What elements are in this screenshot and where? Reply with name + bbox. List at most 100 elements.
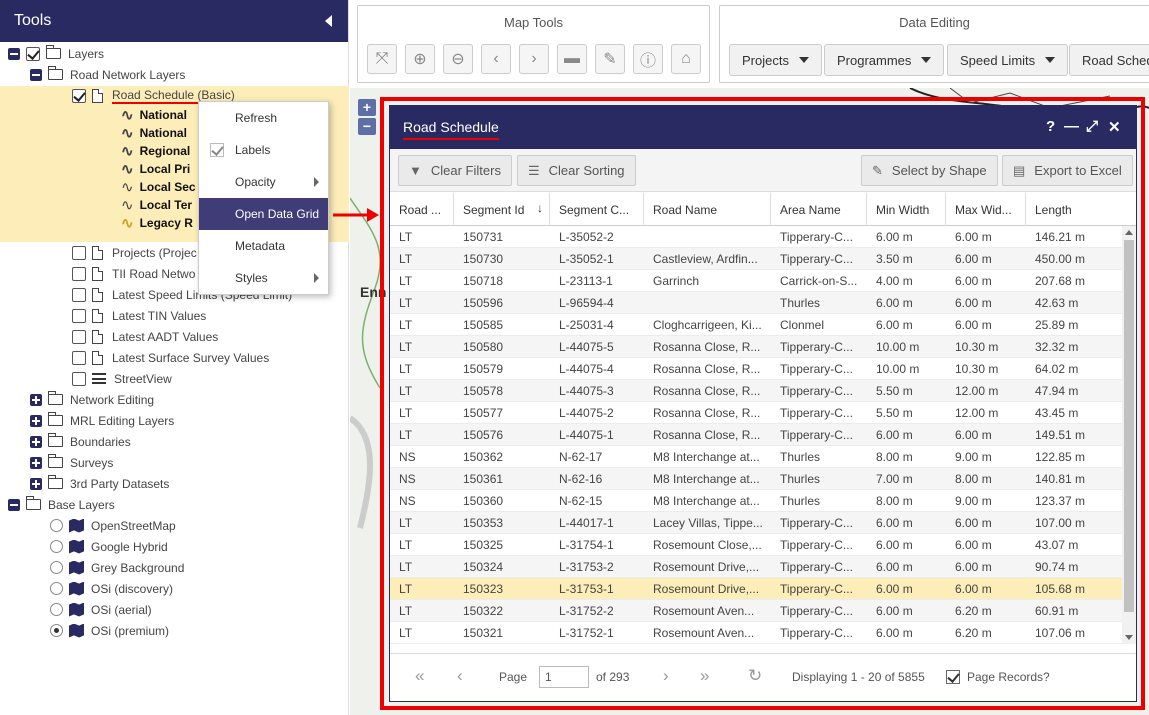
collapse-icon[interactable] [30,68,42,81]
tree-node-layers[interactable]: Layers [8,43,104,64]
table-row[interactable]: LT 150324 L-31753-2 Rosemount Drive,... Tipp… [390,556,1136,578]
tree-node-base-layers[interactable]: Base Layers [8,494,115,515]
tree-node-road-network-layers[interactable]: Road Network Layers [30,64,185,85]
layer-checkbox[interactable] [72,245,86,260]
maximize-icon[interactable]: ⤢ [1086,118,1098,135]
table-row[interactable]: NS 150361 N-62-16 M8 Interchange at... Thurl… [390,468,1136,490]
tree-node-3rd-party[interactable]: 3rd Party Datasets [30,473,169,494]
page-records-checkbox[interactable] [946,670,960,684]
base-radio[interactable] [50,624,63,637]
tree-node-projects[interactable]: Projects (Projec [72,242,197,263]
column-header-length[interactable]: Length [1026,193,1136,226]
scroll-down-icon[interactable] [1125,635,1133,640]
table-row[interactable]: LT 150323 L-31753-1 Rosemount Drive,... Tipp… [390,578,1136,600]
table-row[interactable]: LT 150585 L-25031-4 Cloghcarrigeen, Ki... Cl… [390,314,1136,336]
expand-icon[interactable] [30,393,42,406]
tree-node-aadt[interactable]: Latest AADT Values [72,326,218,347]
base-radio[interactable] [50,519,63,532]
base-radio[interactable] [50,582,63,595]
tree-node-tii-road-network[interactable]: TII Road Netwo [72,263,195,284]
zoom-in-button[interactable]: + [358,99,376,116]
table-row[interactable]: NS 150360 N-62-15 M8 Interchange at... Thurl… [390,490,1136,512]
layer-checkbox[interactable] [72,350,86,365]
window-titlebar[interactable]: Road Schedule ? — ⤢ ✕ [390,106,1136,149]
page-number-input[interactable] [539,666,589,688]
column-header-segment-code[interactable]: Segment C... [550,193,644,226]
column-header-area-name[interactable]: Area Name [771,193,867,226]
table-row[interactable]: LT 150579 L-44075-4 Rosanna Close, R... Tipp… [390,358,1136,380]
expand-icon[interactable] [30,477,42,490]
tree-node-boundaries[interactable]: Boundaries [30,431,131,452]
home-icon[interactable]: ⌂ [671,44,701,74]
collapse-icon[interactable] [8,498,20,511]
menu-item-open-data-grid[interactable]: Open Data Grid [199,198,328,230]
expand-icon[interactable] [30,456,42,469]
column-header-road-name[interactable]: Road Name [644,193,771,226]
tree-node-network-editing[interactable]: Network Editing [30,389,154,410]
expand-icon[interactable]: ⤧ [367,44,397,74]
clear-sorting-button[interactable]: ☰ Clear Sorting [517,155,636,186]
layer-checkbox[interactable] [72,287,86,302]
layer-checkbox[interactable] [72,266,86,281]
base-google-hybrid[interactable]: Google Hybrid [50,536,168,557]
menu-item-metadata[interactable]: Metadata [199,230,328,262]
scroll-thumb[interactable] [1124,240,1134,612]
menu-item-styles[interactable]: Styles [199,262,328,294]
next-extent-icon[interactable]: › [519,44,549,74]
tree-node-mrl-editing[interactable]: MRL Editing Layers [30,410,174,431]
identify-icon[interactable]: ⓘ [633,44,663,74]
table-row[interactable]: LT 150578 L-44075-3 Rosanna Close, R... Tipp… [390,380,1136,402]
scroll-up-icon[interactable] [1125,230,1133,235]
programmes-dropdown[interactable]: Programmes [824,44,945,76]
table-row[interactable]: NS 150362 N-62-17 M8 Interchange at... Thurl… [390,446,1136,468]
clear-filters-button[interactable]: ▼ Clear Filters [398,155,512,186]
table-row[interactable]: LT 150596 L-96594-4 Thurles 6.00 m 6.00 m 42.6… [390,292,1136,314]
export-excel-button[interactable]: ▤ Export to Excel [1002,155,1133,186]
table-row[interactable]: LT 150580 L-44075-5 Rosanna Close, R... Tipp… [390,336,1136,358]
last-page-icon[interactable]: » [700,666,709,686]
speed-limits-dropdown[interactable]: Speed Limits [947,44,1069,76]
grid-scrollbar[interactable] [1122,226,1136,644]
menu-item-opacity[interactable]: Opacity [199,166,328,198]
layer-checkbox[interactable] [72,371,86,386]
expand-icon[interactable] [30,414,42,427]
prev-page-icon[interactable]: ‹ [457,666,463,686]
collapse-panel-icon[interactable] [325,15,332,27]
help-icon[interactable]: ? [1046,118,1055,135]
menu-item-refresh[interactable]: Refresh [199,102,328,134]
edit-icon[interactable]: ✎ [595,44,625,74]
base-radio[interactable] [50,603,63,616]
tree-node-streetview[interactable]: StreetView [72,368,172,389]
table-row[interactable]: LT 150325 L-31754-1 Rosemount Close,... Tipp… [390,534,1136,556]
first-page-icon[interactable]: « [415,666,424,686]
projects-dropdown[interactable]: Projects [729,44,822,76]
zoom-in-icon[interactable]: ⊕ [405,44,435,74]
layer-checkbox[interactable] [72,308,86,323]
table-row[interactable]: LT 150322 L-31752-2 Rosemount Aven... Tipper… [390,600,1136,622]
minimize-icon[interactable]: — [1064,118,1079,135]
table-row[interactable]: LT 150730 L-35052-1 Castleview, Ardfin... Ti… [390,248,1136,270]
refresh-icon[interactable]: ↻ [748,666,762,686]
table-row[interactable]: LT 150576 L-44075-1 Rosanna Close, R... Tipp… [390,424,1136,446]
layer-checkbox[interactable] [72,329,86,344]
table-row[interactable]: LT 150353 L-44017-1 Lacey Villas, Tippe... T… [390,512,1136,534]
close-icon[interactable]: ✕ [1108,118,1121,136]
column-header-min-width[interactable]: Min Width [867,193,946,226]
next-page-icon[interactable]: › [663,666,669,686]
menu-item-labels[interactable]: Labels [199,134,328,166]
table-row[interactable]: LT 150718 L-23113-1 Garrinch Carrick-on-S...… [390,270,1136,292]
base-osi-aerial[interactable]: OSi (aerial) [50,599,152,620]
collapse-icon[interactable] [8,47,20,60]
measure-icon[interactable]: ▬ [557,44,587,74]
base-radio[interactable] [50,561,63,574]
column-header-segment-id[interactable]: Segment Id ↓ [454,193,550,226]
base-openstreetmap[interactable]: OpenStreetMap [50,515,176,536]
road-schedule-checkbox[interactable] [72,88,86,103]
select-by-shape-button[interactable]: ✎ Select by Shape [861,155,998,186]
base-grey-background[interactable]: Grey Background [50,557,184,578]
tree-node-surface-survey[interactable]: Latest Surface Survey Values [72,347,269,368]
layers-checkbox[interactable] [26,46,40,61]
table-row[interactable]: LT 150321 L-31752-1 Rosemount Aven... Tipper… [390,622,1136,644]
road-schedule-dropdown[interactable]: Road Schedu [1069,44,1149,76]
prev-extent-icon[interactable]: ‹ [481,44,511,74]
